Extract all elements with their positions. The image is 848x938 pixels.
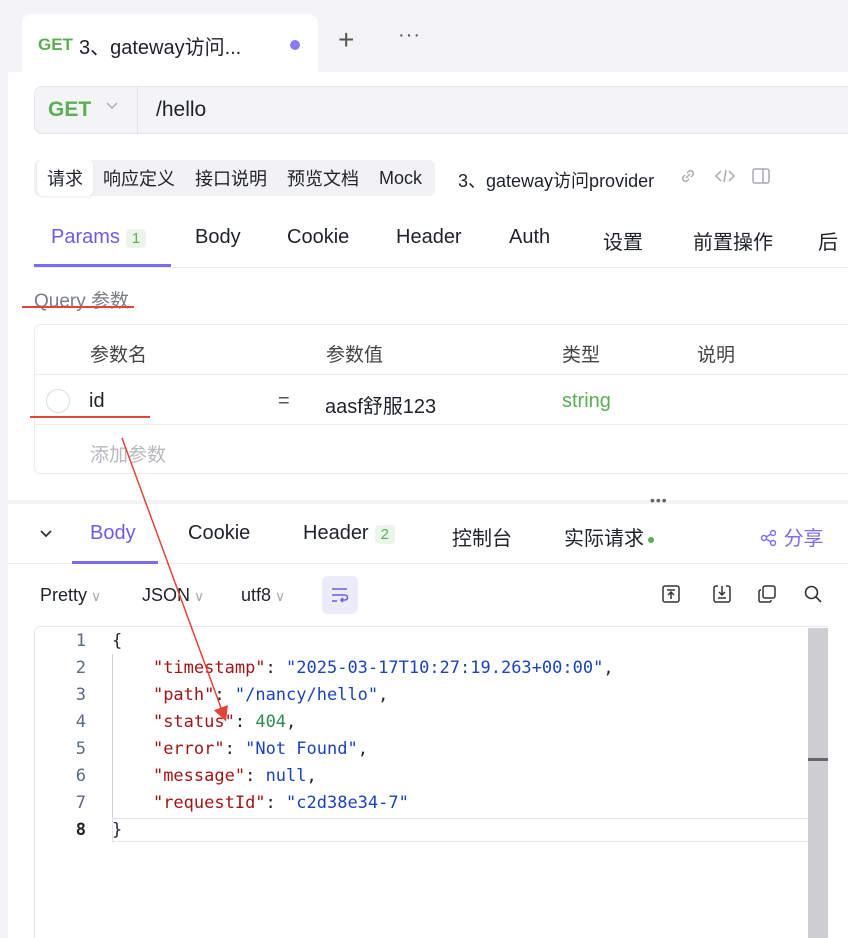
annotation-arrow (121, 437, 228, 722)
